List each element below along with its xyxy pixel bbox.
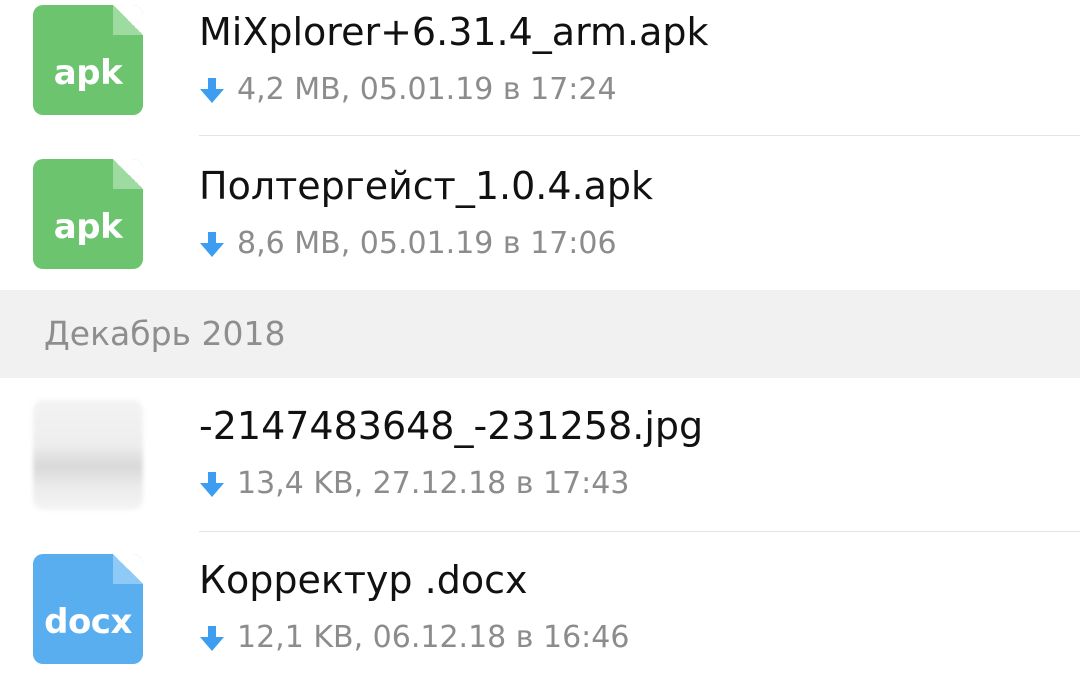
download-arrow-icon bbox=[200, 625, 224, 651]
file-name: MiXplorer+6.31.4_arm.apk bbox=[199, 10, 709, 54]
docx-file-icon: docx bbox=[33, 554, 143, 664]
file-meta: 13,4 KB, 27.12.18 в 17:43 bbox=[199, 466, 629, 501]
file-meta: 12,1 KB, 06.12.18 в 16:46 bbox=[199, 620, 629, 655]
file-name: Корректур .docx bbox=[199, 558, 528, 602]
file-meta: 4,2 MB, 05.01.19 в 17:24 bbox=[199, 72, 617, 107]
section-title: Декабрь 2018 bbox=[44, 314, 286, 353]
file-name: Полтергейст_1.0.4.apk bbox=[199, 164, 653, 208]
download-arrow-icon bbox=[200, 471, 224, 497]
download-arrow-icon bbox=[200, 77, 224, 103]
section-header: Декабрь 2018 bbox=[0, 290, 1080, 378]
download-arrow-icon bbox=[200, 231, 224, 257]
apk-file-icon: apk bbox=[33, 159, 143, 269]
file-row-jpg[interactable]: -2147483648_-231258.jpg 13,4 KB, 27.12.1… bbox=[0, 378, 1080, 532]
image-thumbnail bbox=[33, 400, 143, 510]
file-meta: 8,6 MB, 05.01.19 в 17:06 bbox=[199, 226, 617, 261]
file-row-poltergeist[interactable]: apk Полтергейст_1.0.4.apk 8,6 MB, 05.01.… bbox=[0, 136, 1080, 290]
file-row-docx[interactable]: docx Корректур .docx 12,1 KB, 06.12.18 в… bbox=[0, 532, 1080, 682]
file-name: -2147483648_-231258.jpg bbox=[199, 404, 704, 448]
file-row-mixplorer[interactable]: apk MiXplorer+6.31.4_arm.apk 4,2 MB, 05.… bbox=[0, 0, 1080, 136]
apk-file-icon: apk bbox=[33, 5, 143, 115]
